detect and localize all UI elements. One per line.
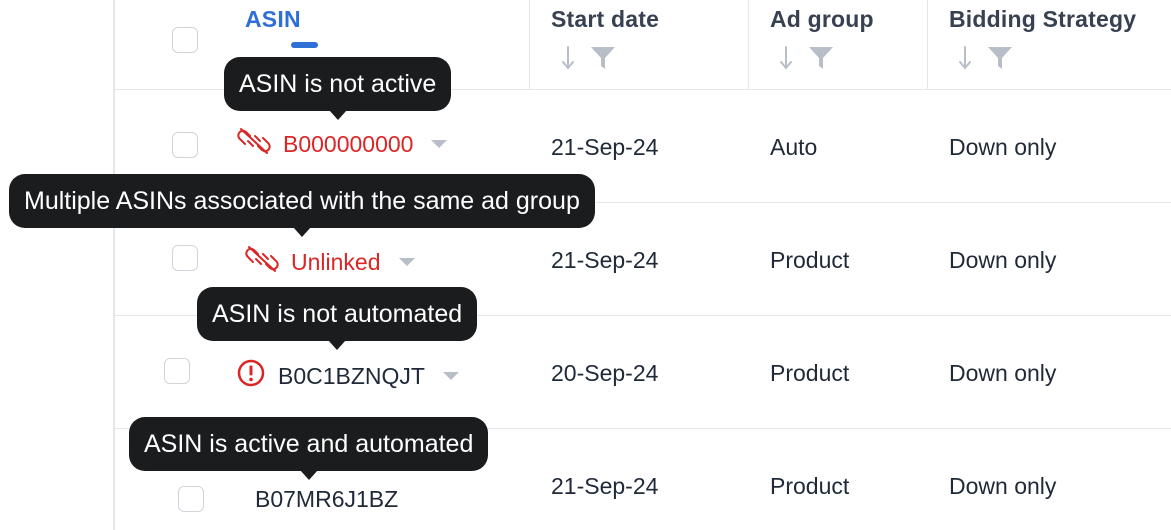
tooltip-multiple-asins: Multiple ASINs associated with the same … <box>9 174 595 237</box>
filter-icon[interactable] <box>807 44 835 72</box>
ad-group-cell: Product <box>770 473 850 499</box>
column-header-start-date[interactable]: Start date <box>551 6 659 33</box>
alert-circle-icon <box>236 358 266 394</box>
asin-cell: B000000000 <box>237 127 448 161</box>
row-checkbox[interactable] <box>164 358 190 384</box>
tooltip-asin-active-automated: ASIN is active and automated <box>129 417 489 480</box>
sort-arrow-icon[interactable] <box>779 45 793 71</box>
asin-link[interactable]: B07MR6J1BZ <box>255 486 398 513</box>
bidding-strategy-cell: Down only <box>949 134 1057 160</box>
bidding-strategy-cell: Down only <box>949 473 1057 499</box>
select-all-checkbox[interactable] <box>172 27 198 53</box>
row-checkbox[interactable] <box>172 245 198 271</box>
start-date-cell: 21-Sep-24 <box>551 473 659 499</box>
start-date-cell: 21-Sep-24 <box>551 134 659 160</box>
ad-group-cell: Product <box>770 247 850 273</box>
filter-icon[interactable] <box>986 44 1014 72</box>
bidding-strategy-cell: Down only <box>949 360 1057 386</box>
column-header-ad-group[interactable]: Ad group <box>770 6 874 33</box>
left-gutter <box>0 0 115 530</box>
header-divider <box>927 0 928 89</box>
sort-arrow-icon[interactable] <box>958 45 972 71</box>
asin-link[interactable]: Unlinked <box>291 249 381 276</box>
ad-group-cell: Auto <box>770 134 818 160</box>
unlinked-icon <box>237 127 271 161</box>
asin-cell: Unlinked <box>245 245 415 279</box>
chevron-down-icon[interactable] <box>442 372 459 380</box>
start-date-header-controls <box>561 44 617 72</box>
bidding-strategy-cell: Down only <box>949 247 1057 273</box>
column-header-asin[interactable]: ASIN <box>245 6 301 33</box>
column-header-bidding-strategy[interactable]: Bidding Strategy <box>949 6 1136 33</box>
asin-link[interactable]: B000000000 <box>283 131 413 158</box>
unlinked-icon <box>245 245 279 279</box>
row-checkbox[interactable] <box>172 132 198 158</box>
filter-icon[interactable] <box>589 44 617 72</box>
asin-cell: B0C1BZNQJT <box>236 358 459 394</box>
sort-arrow-icon[interactable] <box>561 45 575 71</box>
ad-group-cell: Product <box>770 360 850 386</box>
chevron-down-icon[interactable] <box>431 140 448 148</box>
tooltip-asin-not-active: ASIN is not active <box>224 57 452 120</box>
active-sort-indicator <box>291 42 318 48</box>
bidding-strategy-header-controls <box>958 44 1014 72</box>
ad-group-header-controls <box>779 44 835 72</box>
asin-link[interactable]: B0C1BZNQJT <box>278 363 425 390</box>
chevron-down-icon[interactable] <box>398 258 415 266</box>
row-checkbox[interactable] <box>178 486 204 512</box>
start-date-cell: 21-Sep-24 <box>551 247 659 273</box>
asin-cell: B07MR6J1BZ <box>255 486 398 513</box>
start-date-cell: 20-Sep-24 <box>551 360 659 386</box>
header-divider <box>529 0 530 89</box>
tooltip-asin-not-automated: ASIN is not automated <box>197 287 478 350</box>
header-divider <box>748 0 749 89</box>
